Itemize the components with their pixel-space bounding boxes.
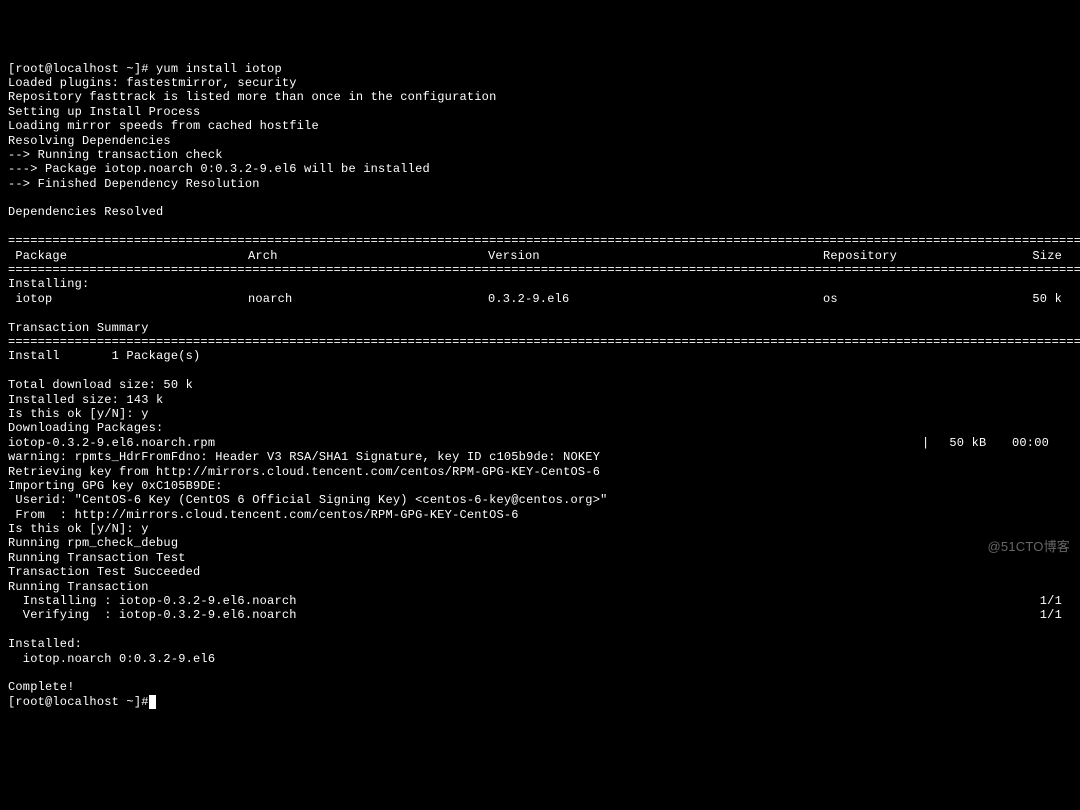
separator: ========================================… [8,263,1080,277]
install-count: Install 1 Package(s) [8,349,200,363]
output-line: Installed size: 143 k [8,393,163,407]
col-repository: Repository [823,249,1018,263]
output-line: Running Transaction [8,580,149,594]
output-line: Setting up Install Process [8,105,200,119]
download-row: iotop-0.3.2-9.el6.noarch.rpm| 50 kB00:00 [8,436,1072,450]
col-version: Version [488,249,823,263]
output-line: Retrieving key from http://mirrors.cloud… [8,465,600,479]
output-line: Running Transaction Test [8,551,186,565]
output-line: ---> Package iotop.noarch 0:0.3.2-9.el6 … [8,162,430,176]
output-line: Is this ok [y/N]: y [8,522,149,536]
transaction-summary-label: Transaction Summary [8,321,149,335]
cursor[interactable] [149,695,156,709]
terminal-output: [root@localhost ~]# yum install iotop Lo… [8,62,1072,710]
output-line: Complete! [8,680,75,694]
cell-version: 0.3.2-9.el6 [488,292,823,306]
output-line: warning: rpmts_HdrFromFdno: Header V3 RS… [8,450,600,464]
output-line: Repository fasttrack is listed more than… [8,90,496,104]
installing-label: Installing: [8,277,89,291]
output-line: Resolving Dependencies [8,134,171,148]
output-line: --> Running transaction check [8,148,223,162]
download-time: 00:00 [1012,436,1072,450]
download-name: iotop-0.3.2-9.el6.noarch.rpm [8,436,922,450]
output-line: Importing GPG key 0xC105B9DE: [8,479,223,493]
cell-size: 50 k [1018,292,1072,306]
output-line: Loading mirror speeds from cached hostfi… [8,119,319,133]
verifying-package: Verifying : iotop-0.3.2-9.el6.noarch [8,608,1032,622]
cell-repository: os [823,292,1018,306]
download-bar: | [922,436,942,450]
output-line: Installed: [8,637,82,651]
col-arch: Arch [248,249,488,263]
col-size: Size [1018,249,1072,263]
output-line: Downloading Packages: [8,421,163,435]
verifying-row: Verifying : iotop-0.3.2-9.el6.noarch1/1 [8,608,1072,622]
command-text: yum install iotop [156,62,282,76]
watermark: @51CTO博客 [988,539,1070,555]
output-line: iotop.noarch 0:0.3.2-9.el6 [8,652,215,666]
cell-package: iotop [8,292,248,306]
col-package: Package [8,249,248,263]
output-line: Transaction Test Succeeded [8,565,200,579]
output-line: Total download size: 50 k [8,378,193,392]
separator: ========================================… [8,234,1080,248]
shell-prompt[interactable]: [root@localhost ~]# [8,695,149,709]
verifying-progress: 1/1 [1032,608,1072,622]
table-row: iotopnoarch0.3.2-9.el6os50 k [8,292,1072,306]
installing-progress: 1/1 [1032,594,1072,608]
separator: ========================================… [8,335,1080,349]
output-line: Dependencies Resolved [8,205,163,219]
installing-row: Installing : iotop-0.3.2-9.el6.noarch1/1 [8,594,1072,608]
installing-package: Installing : iotop-0.3.2-9.el6.noarch [8,594,1032,608]
table-header: PackageArchVersionRepositorySize [8,249,1072,263]
output-line: Is this ok [y/N]: y [8,407,149,421]
output-line: Running rpm_check_debug [8,536,178,550]
shell-prompt: [root@localhost ~]# [8,62,156,76]
output-line: Userid: "CentOS-6 Key (CentOS 6 Official… [8,493,608,507]
cell-arch: noarch [248,292,488,306]
download-size: 50 kB [942,436,1012,450]
output-line: Loaded plugins: fastestmirror, security [8,76,297,90]
output-line: --> Finished Dependency Resolution [8,177,260,191]
output-line: From : http://mirrors.cloud.tencent.com/… [8,508,519,522]
